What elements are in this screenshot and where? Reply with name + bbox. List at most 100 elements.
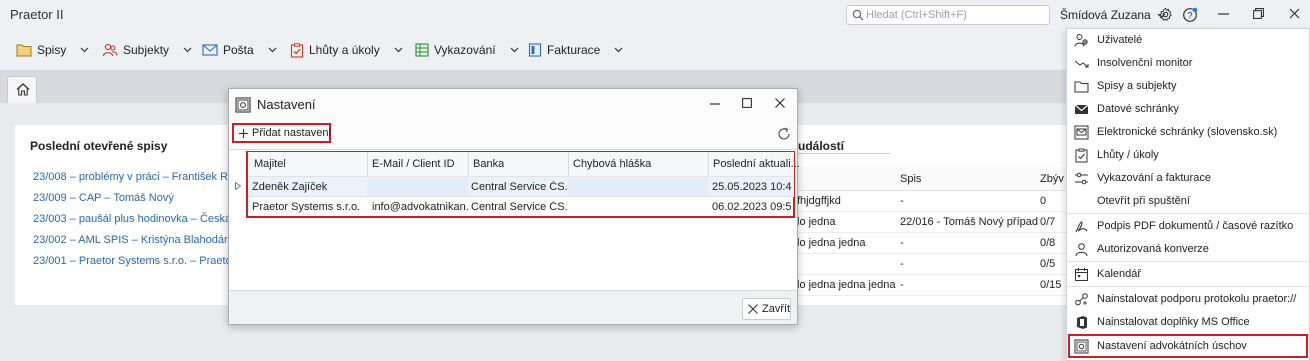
column-header[interactable]: Poslední aktuali... xyxy=(713,158,800,170)
menu-item-lhuty-ukoly[interactable]: Lhůty / úkoly xyxy=(1067,144,1309,167)
menu-label: Fakturace xyxy=(547,43,601,57)
menu-item-podpis-pdf[interactable]: Podpis PDF dokumentů / časové razítko xyxy=(1067,215,1309,238)
recent-file-link[interactable]: 23/009 – CAP – Tomáš Nový xyxy=(33,192,174,204)
column-header[interactable]: Zbýv xyxy=(1040,173,1064,185)
menu-item-label: Podpis PDF dokumentů / časové razítko xyxy=(1097,220,1294,232)
event-name: lo jedna jedna xyxy=(797,237,866,249)
gear-icon[interactable] xyxy=(1158,7,1173,22)
menu-item-doplnky-ms-office[interactable]: Nainstalovat doplňky MS Office xyxy=(1067,311,1309,334)
menu-item-uzivatele[interactable]: Uživatelé xyxy=(1067,29,1309,52)
search-input[interactable]: Hledat (Ctrl+Shift+F) xyxy=(846,5,1050,25)
plus-icon xyxy=(239,128,248,138)
menu-item-kalendar[interactable]: Kalendář xyxy=(1067,263,1309,286)
menu-fakturace[interactable]: Fakturace xyxy=(528,41,623,59)
menu-subjekty[interactable]: Subjekty xyxy=(102,41,192,59)
column-header[interactable]: Majitel xyxy=(254,158,286,170)
invoice-icon xyxy=(528,43,542,57)
clipboard-check-icon xyxy=(290,42,304,58)
menu-item-label: Kalendář xyxy=(1097,268,1142,280)
checklist-icon xyxy=(1074,148,1089,163)
menu-item-vykazovani-a-fakturace[interactable]: Vykazování a fakturace xyxy=(1067,167,1309,190)
restore-icon[interactable] xyxy=(1253,8,1264,19)
folder-icon xyxy=(16,43,32,57)
help-icon[interactable]: ? xyxy=(1182,7,1198,23)
event-remaining: 0/15 xyxy=(1040,279,1062,291)
column-header[interactable]: E-Mail / Client ID xyxy=(372,158,455,170)
tab-home[interactable] xyxy=(7,76,37,103)
maximize-icon[interactable] xyxy=(742,98,752,108)
last-update-cell: 25.05.2023 10:42 xyxy=(712,181,792,193)
table-row[interactable]: - 0/5 xyxy=(790,254,1080,275)
search-icon xyxy=(852,9,864,21)
dialog-title: Nastavení xyxy=(257,97,316,112)
chevron-down-icon xyxy=(394,47,403,53)
menu-item-label: Datové schránky xyxy=(1097,103,1179,115)
column-header[interactable]: Spis xyxy=(900,173,921,185)
column-separator xyxy=(568,152,569,176)
menu-label: Subjekty xyxy=(123,43,170,57)
menu-item-datove-schranky[interactable]: Datové schránky xyxy=(1067,98,1309,121)
menu-vykazovani[interactable]: Vykazování xyxy=(415,41,519,59)
owner-cell: Praetor Systems s.r.o. xyxy=(252,201,361,213)
menu-item-insolvencni-monitor[interactable]: Insolvenční monitor xyxy=(1067,52,1309,75)
email-cell xyxy=(367,178,468,196)
menu-item-label: Insolvenční monitor xyxy=(1097,57,1193,69)
chevron-down-icon xyxy=(614,47,623,53)
app-title: Praetor II xyxy=(10,7,64,22)
menu-item-autorizovana-konverze[interactable]: Autorizovaná konverze xyxy=(1067,238,1309,261)
event-name: lo jedna jedna jedna xyxy=(797,279,896,291)
close-icon[interactable] xyxy=(775,98,785,108)
users-icon xyxy=(1074,33,1089,48)
table-row[interactable]: lo jedna 22/016 - Tomáš Nový případ 0/7 xyxy=(790,212,1080,233)
user-menu[interactable]: Šmídová Zuzana xyxy=(1060,8,1166,22)
menu-item-protokol-praetor[interactable]: Nainstalovat podporu protokolu praetor:/… xyxy=(1067,288,1309,311)
table-row[interactable]: Zdeněk Zajíček Central Service ČS... 25.… xyxy=(248,176,794,196)
menu-item-spisy-a-subjekty[interactable]: Spisy a subjekty xyxy=(1067,75,1309,98)
panel-title: Poslední otevřené spisy xyxy=(30,139,168,153)
close-button[interactable]: Zavřít xyxy=(742,298,791,320)
event-spis: 22/016 - Tomáš Nový případ xyxy=(900,216,1038,228)
recent-file-link[interactable]: 23/002 – AML SPIS – Kristýna Blahodárná … xyxy=(33,234,247,246)
mail-icon xyxy=(202,44,218,56)
add-setting-button[interactable]: Přidat nastavení xyxy=(232,123,332,143)
settings-grid: Majitel E-Mail / Client ID Banka Chybová… xyxy=(229,149,800,290)
svg-text:?: ? xyxy=(1187,11,1192,21)
refresh-icon[interactable] xyxy=(777,127,791,141)
menu-item-label: Uživatelé xyxy=(1097,34,1143,46)
event-remaining: 0/7 xyxy=(1040,216,1056,228)
table-row[interactable]: lo jedna jedna - 0/8 xyxy=(790,233,1080,254)
menu-item-label: Spisy a subjekty xyxy=(1097,80,1177,92)
event-spis: - xyxy=(900,279,904,291)
settings-dialog: Nastavení Přidat nastavení Majitel E-Mai… xyxy=(228,88,800,325)
recent-file-link[interactable]: 23/003 – paušál plus hodinovka – Česká o… xyxy=(33,213,246,225)
menu-item-elektronicke-schranky[interactable]: Elektronické schránky (slovensko.sk) xyxy=(1067,121,1309,144)
column-separator xyxy=(708,152,709,176)
close-label: Zavřít xyxy=(762,303,791,315)
menu-item-label: Elektronické schránky (slovensko.sk) xyxy=(1097,126,1278,138)
column-header[interactable]: Chybová hláška xyxy=(573,158,651,170)
column-header[interactable]: Banka xyxy=(473,158,504,170)
chevron-down-icon xyxy=(183,47,192,53)
menu-lhuty-a-ukoly[interactable]: Lhůty a úkoly xyxy=(290,41,403,59)
menu-posta[interactable]: Pošta xyxy=(202,41,277,59)
table-row[interactable]: lo jedna jedna jedna - 0/15 xyxy=(790,275,1080,296)
safe-icon xyxy=(235,97,251,113)
close-window-icon[interactable] xyxy=(1289,8,1300,19)
minimize-icon[interactable] xyxy=(1218,13,1229,15)
menu-label: Vykazování xyxy=(434,43,496,57)
menu-separator xyxy=(1067,261,1309,262)
menu-spisy[interactable]: Spisy xyxy=(16,41,89,59)
recent-file-link[interactable]: 23/001 – Praetor Systems s.r.o. – Praeto… xyxy=(33,255,251,267)
menu-item-otevrit-pri-spusteni[interactable]: Otevřít při spuštění xyxy=(1067,190,1309,213)
minimize-icon[interactable] xyxy=(710,103,720,105)
recent-file-link[interactable]: 23/008 – problémy v práci – František Ri… xyxy=(33,171,245,183)
table-row[interactable]: Praetor Systems s.r.o. info@advokatnikan… xyxy=(248,196,794,216)
table-row[interactable]: fhjdgffjkd - 0 xyxy=(790,191,1080,212)
link-icon xyxy=(1074,292,1089,307)
column-separator xyxy=(367,152,368,176)
menu-item-label: Otevřít při spuštění xyxy=(1097,195,1190,207)
column-separator xyxy=(468,152,469,176)
add-setting-label: Přidat nastavení xyxy=(252,127,332,139)
spreadsheet-icon xyxy=(415,43,429,57)
table-header: Spis Zbýv xyxy=(790,167,1080,191)
